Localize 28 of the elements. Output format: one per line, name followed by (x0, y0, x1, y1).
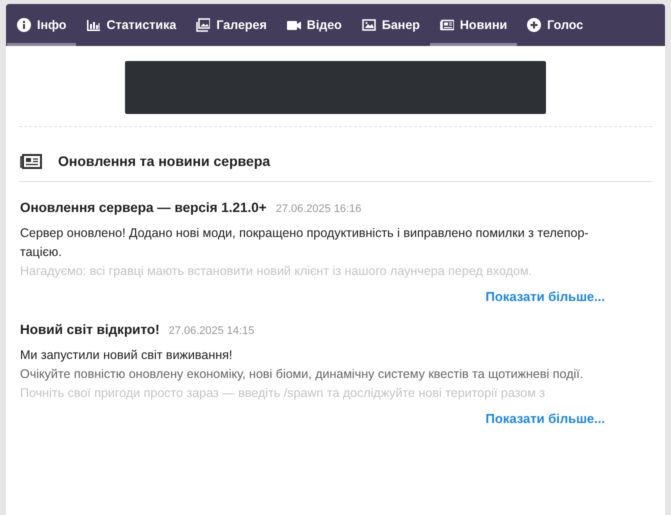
show-more-link[interactable]: Показати більше... (486, 411, 605, 426)
post-date: 27.06.2025 14:15 (168, 325, 254, 337)
section-title: Оновлення та новини сервера (58, 153, 270, 169)
post-text: тацією. (20, 244, 63, 261)
info-icon (17, 18, 31, 32)
nav-tab[interactable]: Відео (276, 4, 352, 46)
show-more-link[interactable]: Показати більше... (486, 289, 605, 304)
nav-tab[interactable]: Новини (430, 4, 518, 46)
nav-tab[interactable]: Банер (352, 4, 430, 46)
video-camera-icon (286, 18, 301, 32)
newspaper-icon (20, 154, 42, 168)
post-text: Очікуйте повністю оновлену економіку, нові біоми, динамічну систему квестів та щотижневі події. (20, 366, 584, 383)
newspaper-icon (440, 18, 454, 32)
nav-tab[interactable]: Голос (517, 4, 594, 46)
post-date: 27.06.2025 16:16 (276, 203, 362, 215)
nav-tab[interactable]: Інфо (7, 4, 76, 46)
post-title: Оновлення сервера — версія 1.21.0+ (20, 200, 267, 215)
post-text: Ми запустили новий світ виживання! (20, 347, 234, 364)
bar-chart-icon (86, 18, 100, 32)
post-title: Новий світ відкрито! (20, 322, 160, 337)
post-text: Сервер оновлено! Додано нові моди, покращено продуктивність і виправлено помилки з телепор- (20, 225, 590, 242)
post-text: Нагадуємо: всі гравці мають встановити новий клієнт із нашого лаунчера перед входом. (20, 263, 534, 280)
post-text: Почніть свої пригоди просто зараз — введіть /spawn та досліджуйте нові території разом з (20, 385, 546, 402)
plus-circle-icon (527, 18, 542, 32)
nav-tab[interactable]: Статистика (76, 4, 186, 46)
image-icon (362, 18, 376, 32)
nav-tab[interactable]: Галерея (186, 4, 277, 46)
images-icon (196, 18, 210, 32)
